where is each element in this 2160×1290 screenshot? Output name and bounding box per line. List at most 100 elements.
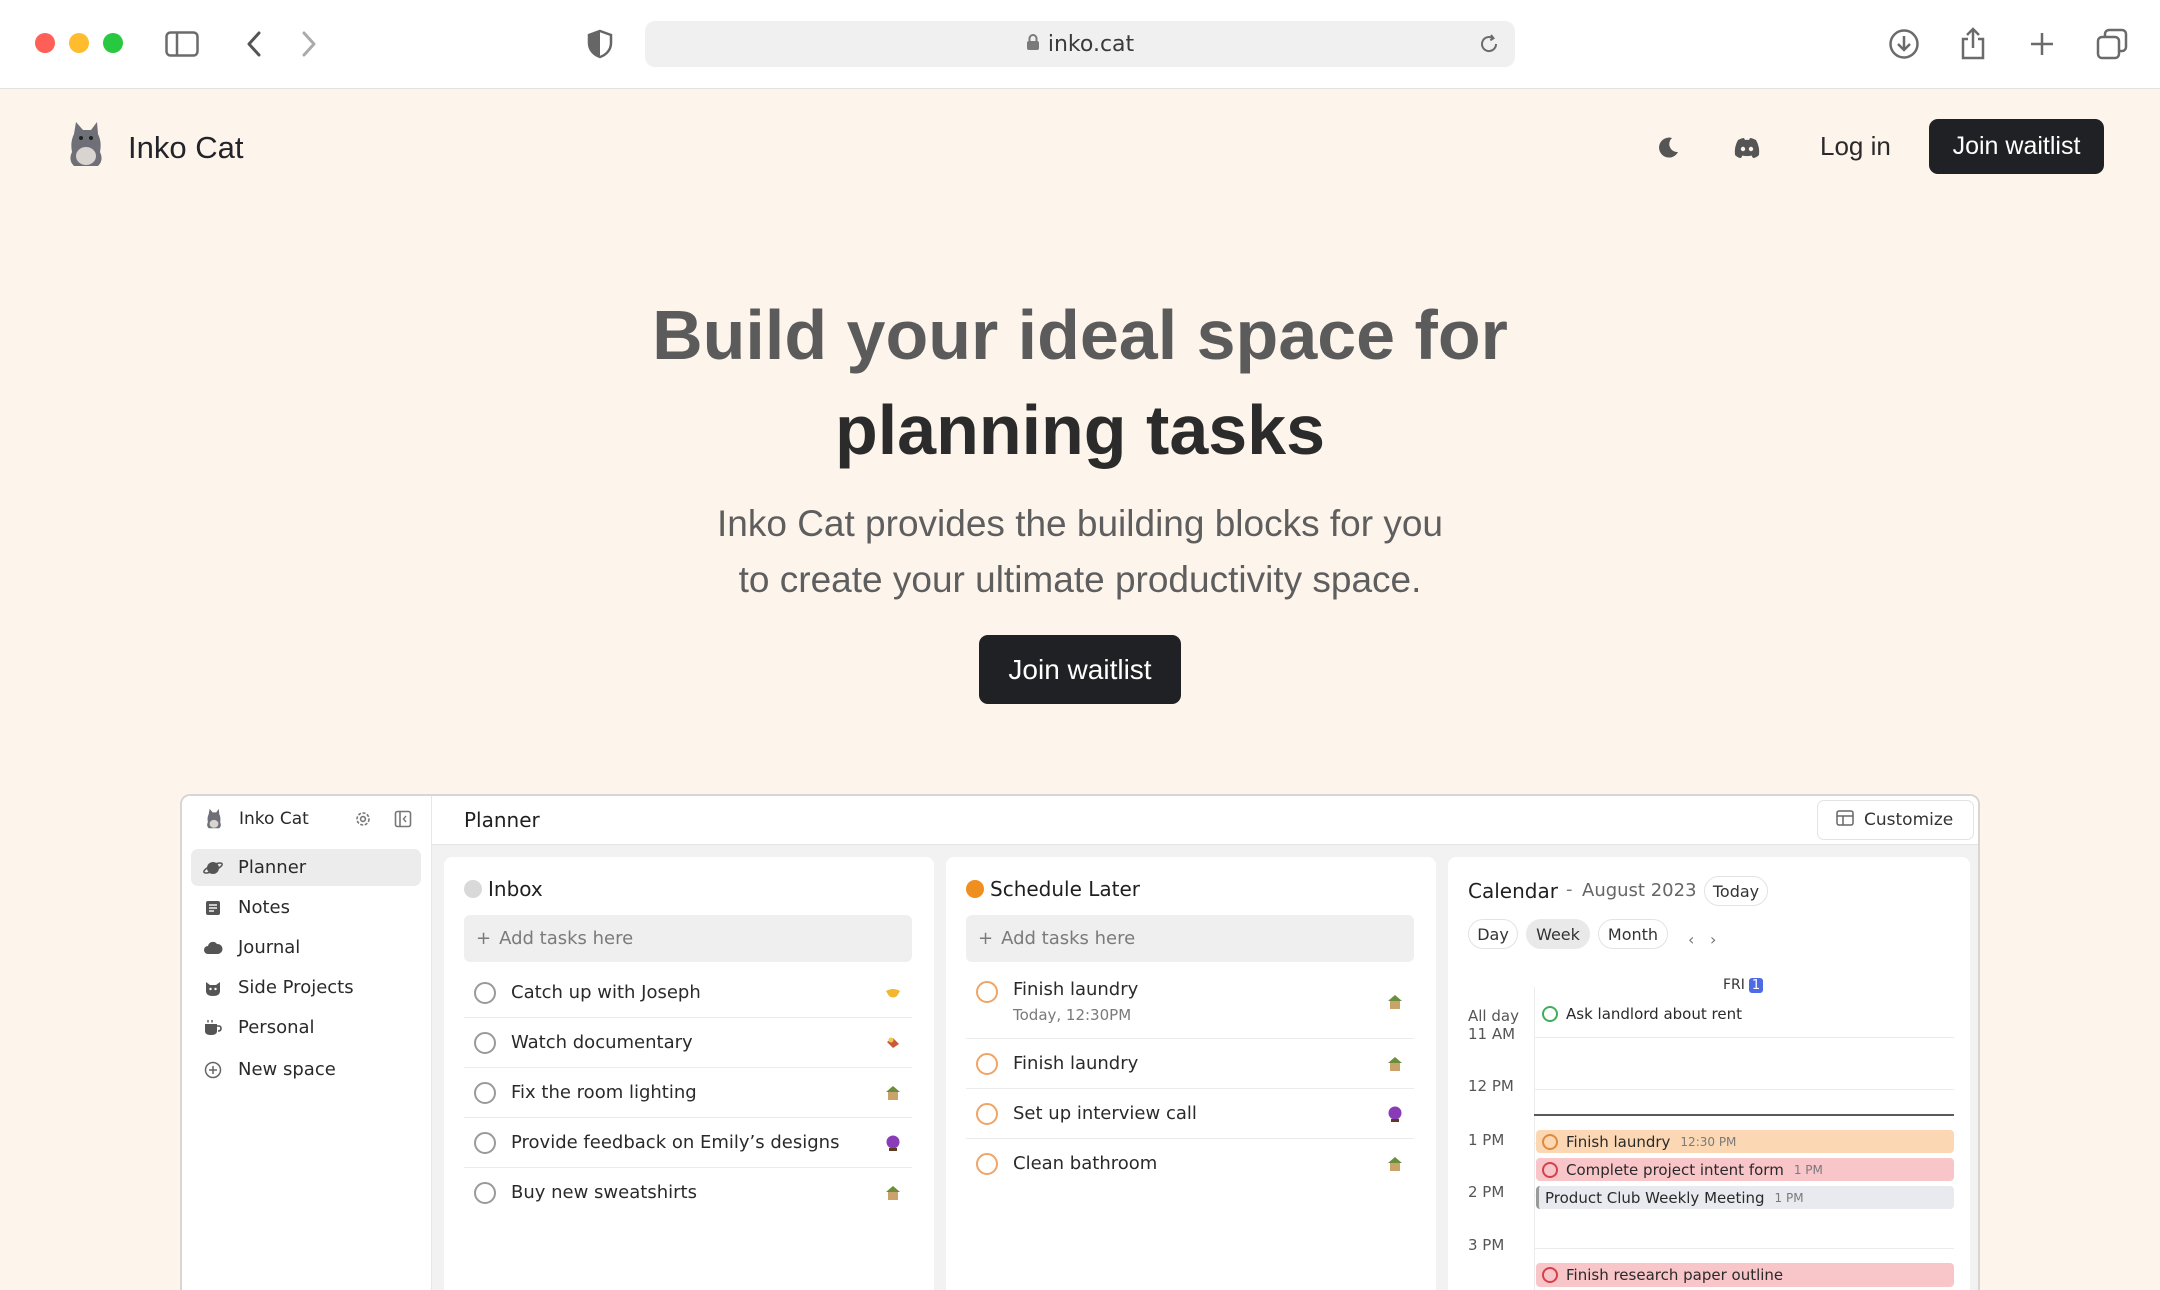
sidebar-item-label: Side Projects [238, 977, 354, 998]
list-item[interactable]: Set up interview call [966, 1089, 1414, 1139]
sidebar-item-label: New space [238, 1059, 336, 1080]
schedule-add-task-input[interactable]: + Add tasks here [966, 915, 1414, 962]
current-time-indicator [1534, 1114, 1954, 1116]
handshake-icon [884, 984, 902, 1002]
inbox-add-task-input[interactable]: + Add tasks here [464, 915, 912, 962]
view-month-button[interactable]: Month [1598, 919, 1668, 949]
gear-icon[interactable] [351, 807, 375, 831]
browser-toolbar: inko.cat [0, 0, 2160, 89]
cat-icon [203, 978, 223, 998]
popcorn-icon [884, 1034, 902, 1052]
task-checkbox[interactable] [976, 1153, 998, 1175]
event-time: 12:30 PM [1680, 1134, 1737, 1149]
coffee-icon [203, 1018, 223, 1038]
inbox-dot-icon [464, 880, 482, 898]
sidebar-item-personal[interactable]: Personal [191, 1009, 421, 1046]
add-task-placeholder: Add tasks here [499, 928, 634, 949]
zoom-window-button[interactable] [103, 33, 123, 53]
house-icon [1386, 993, 1404, 1011]
list-item[interactable]: Watch documentary [464, 1018, 912, 1068]
reload-icon[interactable] [1473, 28, 1505, 60]
privacy-shield-icon[interactable] [578, 22, 622, 66]
hour-label: 12 PM [1468, 1077, 1514, 1095]
task-checkbox[interactable] [474, 1032, 496, 1054]
add-task-placeholder: Add tasks here [1001, 928, 1136, 949]
minimize-window-button[interactable] [69, 33, 89, 53]
task-checkbox[interactable] [474, 1182, 496, 1204]
workspace-name[interactable]: Inko Cat [239, 809, 309, 829]
sidebar-item-label: Notes [238, 897, 290, 918]
calendar-event[interactable]: Complete project intent form 1 PM [1536, 1158, 1954, 1181]
planner-main: Planner Customize Inbox + Add tasks here… [432, 796, 1978, 1290]
planet-icon [203, 858, 223, 878]
list-item[interactable]: Fix the room lighting [464, 1068, 912, 1118]
login-link[interactable]: Log in [1820, 131, 1891, 162]
sidebar-toggle-icon[interactable] [160, 22, 204, 66]
share-icon[interactable] [1951, 22, 1995, 66]
sidebar-item-journal[interactable]: Journal [191, 929, 421, 966]
view-week-button[interactable]: Week [1526, 919, 1590, 949]
view-day-button[interactable]: Day [1468, 919, 1518, 949]
task-checkbox[interactable] [976, 1053, 998, 1075]
inko-cat-logo-icon[interactable] [64, 120, 108, 170]
calendar-event[interactable]: Finish research paper outline [1536, 1263, 1954, 1287]
layout-icon [1836, 809, 1854, 831]
list-item[interactable]: Catch up with Joseph [464, 969, 912, 1018]
discord-icon[interactable] [1727, 128, 1767, 168]
task-label: Finish laundry [1013, 979, 1139, 1000]
hero-join-waitlist-button[interactable]: Join waitlist [979, 635, 1181, 704]
calendar-prev-icon[interactable]: ‹ [1688, 930, 1694, 949]
site-name[interactable]: Inko Cat [128, 130, 243, 166]
new-tab-icon[interactable] [2020, 22, 2064, 66]
today-button[interactable]: Today [1704, 876, 1768, 906]
calendar-title: Calendar [1468, 879, 1558, 903]
app-sidebar: Inko Cat Planner Notes Journal Side Proj… [182, 796, 432, 1290]
calendar-next-icon[interactable]: › [1710, 930, 1716, 949]
task-label: Catch up with Joseph [511, 982, 701, 1003]
task-checkbox[interactable] [976, 981, 998, 1003]
list-item[interactable]: Buy new sweatshirts [464, 1168, 912, 1218]
list-item[interactable]: Finish laundry Today, 12:30PM [966, 969, 1414, 1039]
sidebar-item-planner[interactable]: Planner [191, 849, 421, 886]
close-window-button[interactable] [35, 33, 55, 53]
sidebar-item-label: Personal [238, 1017, 315, 1038]
page-title: Planner [464, 808, 540, 832]
task-checkbox[interactable] [976, 1103, 998, 1125]
calendar-separator: - [1566, 879, 1573, 900]
sidebar-item-notes[interactable]: Notes [191, 889, 421, 926]
plus-icon: + [978, 928, 994, 949]
task-checkbox[interactable] [474, 1082, 496, 1104]
downloads-icon[interactable] [1882, 22, 1926, 66]
house-icon [884, 1184, 902, 1202]
tab-overview-icon[interactable] [2090, 22, 2134, 66]
sidebar-item-new-space[interactable]: New space [191, 1051, 421, 1088]
dark-mode-icon[interactable] [1648, 128, 1688, 168]
back-icon[interactable] [232, 22, 276, 66]
house-icon [884, 1084, 902, 1102]
cloud-icon [203, 938, 223, 958]
task-checkbox[interactable] [474, 982, 496, 1004]
event-time: 1 PM [1793, 1162, 1823, 1177]
address-bar[interactable]: inko.cat [645, 21, 1515, 67]
sidebar-item-side-projects[interactable]: Side Projects [191, 969, 421, 1006]
list-item[interactable]: Clean bathroom [966, 1139, 1414, 1189]
notes-icon [203, 898, 223, 918]
schedule-dot-icon [966, 880, 984, 898]
hour-label: 11 AM [1468, 1025, 1516, 1043]
list-item[interactable]: Provide feedback on Emily’s designs [464, 1118, 912, 1168]
sidebar-item-label: Planner [238, 857, 307, 878]
calendar-event[interactable]: Ask landlord about rent [1536, 1002, 1954, 1026]
inbox-title: Inbox [488, 877, 543, 901]
nav-join-waitlist-button[interactable]: Join waitlist [1929, 119, 2104, 174]
customize-label: Customize [1864, 810, 1954, 830]
list-item[interactable]: Finish laundry [966, 1039, 1414, 1089]
collapse-sidebar-icon[interactable] [391, 807, 415, 831]
customize-button[interactable]: Customize [1817, 800, 1974, 840]
task-checkbox[interactable] [474, 1132, 496, 1154]
calendar-event[interactable]: Finish laundry 12:30 PM [1536, 1130, 1954, 1153]
forward-icon[interactable] [287, 22, 331, 66]
calendar-event[interactable]: Product Club Weekly Meeting 1 PM [1536, 1186, 1954, 1209]
inbox-panel: Inbox + Add tasks here Catch up with Jos… [444, 857, 934, 1290]
event-label: Ask landlord about rent [1566, 1005, 1742, 1023]
schedule-later-panel: Schedule Later + Add tasks here Finish l… [946, 857, 1436, 1290]
